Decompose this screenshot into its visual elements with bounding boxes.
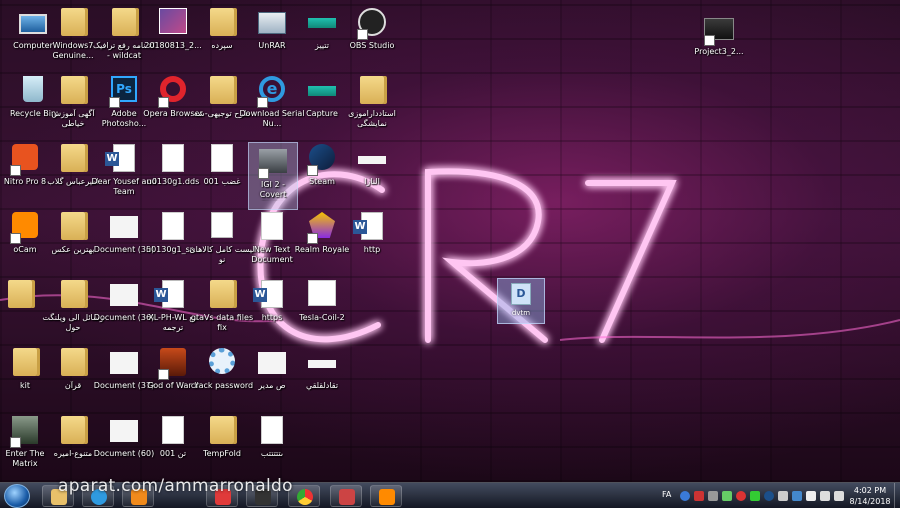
steam-icon xyxy=(307,144,337,176)
document-icon xyxy=(307,348,337,378)
folder-icon xyxy=(109,8,139,38)
dragged-file-label: dvtm xyxy=(511,309,531,317)
icon-label: Project3_2... xyxy=(694,47,744,56)
clock-date: 8/14/2018 xyxy=(849,497,891,506)
icon-label: ىتتتتتب xyxy=(260,449,284,458)
folder-icon xyxy=(58,144,88,174)
document-icon xyxy=(357,144,387,174)
action-center-icon[interactable] xyxy=(806,491,816,501)
folder-icon xyxy=(207,76,237,106)
desktop-icon-taghadom[interactable]: تقادلقلقي xyxy=(289,344,355,412)
folder-icon xyxy=(58,8,88,38)
word-document-icon xyxy=(357,212,387,242)
photoshop-icon: Ps xyxy=(109,76,139,108)
file-icon xyxy=(207,144,237,174)
text-file-icon xyxy=(257,212,287,242)
ocam-icon xyxy=(10,212,40,244)
capture-app-icon xyxy=(307,76,337,106)
word-document-icon xyxy=(158,280,188,310)
aparat-watermark: aparat.com/ammarronaldo xyxy=(58,476,293,496)
language-indicator[interactable]: FA xyxy=(662,490,671,499)
network-tray-icon[interactable] xyxy=(722,491,732,501)
internet-explorer-icon: e xyxy=(257,76,287,108)
help-icon[interactable] xyxy=(680,491,690,501)
network-icon[interactable] xyxy=(820,491,830,501)
desktop-icon-tesla[interactable]: Tesla-Coil-2 xyxy=(289,276,355,344)
gear-icon xyxy=(207,348,237,378)
start-button[interactable] xyxy=(4,484,30,508)
folder-icon xyxy=(58,348,88,378)
desktop-icon-alnaz[interactable]: النازا xyxy=(339,140,405,208)
folder-icon xyxy=(207,416,237,446)
document-icon xyxy=(109,280,139,310)
app-tray-icon[interactable] xyxy=(778,491,788,501)
video-project-icon xyxy=(704,14,734,46)
file-icon xyxy=(257,416,287,446)
folder-icon xyxy=(5,280,35,310)
volume-icon[interactable] xyxy=(834,491,844,501)
file-icon xyxy=(158,416,188,446)
icon-label: النازا xyxy=(364,177,380,186)
app-tray-icon[interactable] xyxy=(750,491,760,501)
word-document-icon xyxy=(257,280,287,310)
icon-label: غضب 001 xyxy=(203,177,241,186)
icon-label: Tesla-Coil-2 xyxy=(299,313,345,322)
image-thumbnail-icon xyxy=(158,8,188,38)
desktop-icon-ghazab[interactable]: غضب 001 xyxy=(189,140,255,208)
taskbar-snipping-tool[interactable] xyxy=(330,485,362,507)
image-file-icon xyxy=(307,280,337,310)
system-tray: FA 4:02 PM 8/14/2018 xyxy=(660,483,900,508)
app-tray-icon[interactable] xyxy=(708,491,718,501)
folder-icon xyxy=(357,76,387,106)
desktop-icon-obs[interactable]: OBS Studio xyxy=(339,4,405,72)
rtf-document-icon xyxy=(207,212,237,242)
folder-icon xyxy=(207,280,237,310)
file-icon xyxy=(158,212,188,242)
chrome-icon xyxy=(297,489,313,505)
clock[interactable]: 4:02 PM 8/14/2018 xyxy=(848,485,892,507)
desktop-icon-http[interactable]: http xyxy=(339,208,405,276)
app-tray-icon[interactable] xyxy=(792,491,802,501)
igi2-game-icon xyxy=(258,147,288,179)
steam-tray-icon[interactable] xyxy=(764,491,774,501)
folder-icon xyxy=(58,212,88,242)
enter-the-matrix-icon xyxy=(10,416,40,448)
file-icon xyxy=(158,144,188,174)
icon-label: http xyxy=(363,245,381,254)
icon-label: تقادلقلقي xyxy=(305,381,339,390)
word-document-icon xyxy=(109,144,139,174)
obs-studio-icon xyxy=(357,8,387,40)
folder-icon xyxy=(58,280,88,310)
app-tray-icon[interactable] xyxy=(736,491,746,501)
god-of-war-icon xyxy=(158,348,188,380)
desktop-icon-lalalal[interactable]: ىتتتتتب xyxy=(239,412,305,480)
unrar-icon xyxy=(257,8,287,38)
folder-icon xyxy=(10,348,40,378)
desktop[interactable]: Computer Recycle Bin Nitro Pro 8 oCam ki… xyxy=(0,0,900,482)
clock-time: 4:02 PM xyxy=(853,486,887,495)
capture-app-icon xyxy=(307,8,337,38)
ocam-icon xyxy=(379,489,395,505)
folder-icon xyxy=(58,76,88,106)
document-icon xyxy=(109,416,139,446)
show-desktop-button[interactable] xyxy=(894,483,900,508)
realm-royale-icon xyxy=(307,212,337,244)
document-icon: D xyxy=(511,283,531,305)
desktop-icon-ostad[interactable]: استادداراموزی نمایشگی xyxy=(339,72,405,140)
folder-icon xyxy=(207,8,237,38)
app-tray-icon[interactable] xyxy=(694,491,704,501)
taskbar-ocam[interactable] xyxy=(370,485,402,507)
icon-label: OBS Studio xyxy=(349,41,395,50)
document-icon xyxy=(257,348,287,378)
icon-label: استادداراموزی نمایشگی xyxy=(348,109,396,128)
document-icon xyxy=(109,212,139,242)
folder-icon xyxy=(58,416,88,446)
nitro-pdf-icon xyxy=(10,144,40,176)
desktop-icon-project3[interactable]: Project3_2... xyxy=(686,10,752,78)
opera-icon xyxy=(158,76,188,108)
neon-digit-7 xyxy=(585,180,677,343)
document-icon xyxy=(109,348,139,378)
dragged-file-ghost[interactable]: D dvtm xyxy=(497,278,545,324)
scissors-icon xyxy=(339,489,355,505)
